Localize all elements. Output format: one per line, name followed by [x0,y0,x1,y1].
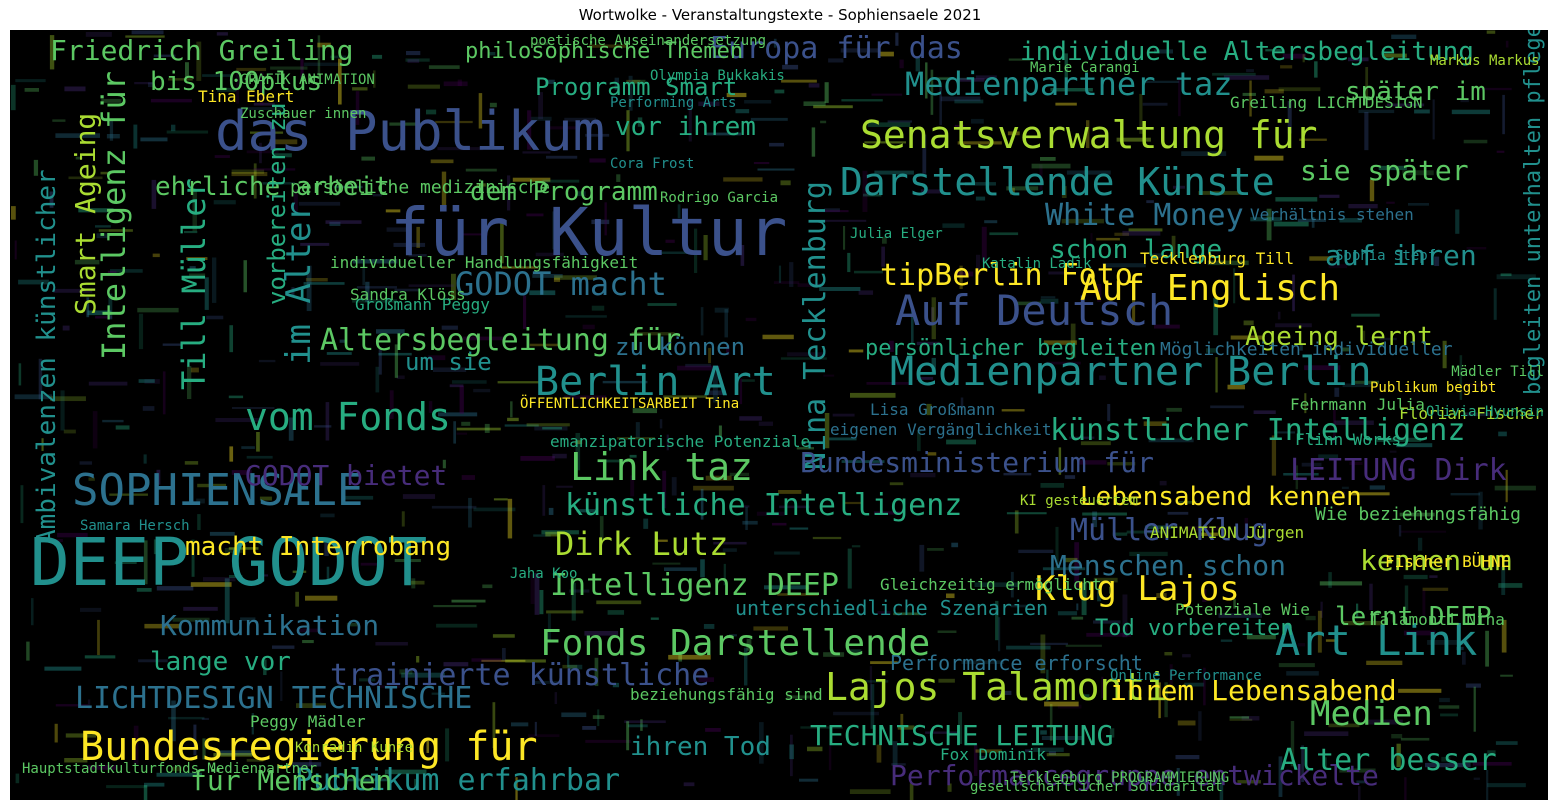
word-99: Tina Ebert [198,87,294,106]
word-71: Tod vorbereiten [1095,616,1294,641]
word-50: sie später [1300,154,1469,187]
word-38: Till Müller [175,178,213,390]
word-15: Nina Tecklenburg [798,181,833,470]
word-27: White Money [1045,198,1244,233]
word-55: Smart Ageing [69,113,102,315]
word-118: Samara Hersch [80,518,190,534]
word-98: Publikum begibt [1370,380,1496,396]
word-109: Jaha Koo [510,566,577,582]
word-45: Ambivalenzen künstlicher [32,169,62,545]
word-114: Performing Arts [610,95,736,111]
word-74: begleiten unterhalten pflegen [1521,30,1546,395]
word-119: Rodrigo Garcia [660,190,778,206]
word-92: Konradin Kunze [295,740,413,756]
word-113: Olympia Bukkakis [650,68,785,84]
word-42: Friedrich Greiling [50,34,353,67]
word-79: eigenen Vergänglichkeit [830,420,1052,439]
word-18: künstliche Intelligenz [565,488,962,523]
word-122: Olivia Hyunsin [1426,404,1544,420]
word-58: GODOT bietet [245,459,447,492]
word-57: vor ihrem [615,112,756,142]
word-87: Fehrmann Julia [1290,395,1425,414]
word-80: beziehungsfähig sind [630,685,823,704]
word-53: ihren Tod [630,732,771,762]
word-103: GRAFIK ANIMATION [240,72,375,88]
word-104: Zuschauer innen [240,106,366,122]
word-36: Alter besser [1280,743,1497,778]
wordcloud-svg: DEEP GODOTfür Kulturdas PublikumSOPHIENS… [10,30,1546,800]
word-100: ÖFFENTLICHKEITSARBEIT Tina [520,394,739,412]
word-69: vorbereiten zu [263,103,291,305]
word-116: Julia Elger [850,226,943,242]
word-78: Wie beziehungsfähig [1315,504,1521,525]
word-96: Tecklenburg PROGRAMMIERUNG [1010,770,1229,786]
word-90: Peggy Mädler [250,712,366,731]
word-110: Greiling LICHTDESIGN [1230,93,1423,112]
word-32: Bundesministerium für [800,446,1154,479]
word-121: Mädler Till [1451,364,1544,380]
word-94: Fischer BÜHNE [1385,552,1510,571]
word-120: Cora Frost [610,156,694,172]
word-76: Gleichzeitig ermöglicht [880,575,1102,594]
chart-title: Wortwolke - Veranstaltungstexte - Sophie… [578,6,982,24]
word-9: Link taz [570,445,753,489]
word-111: Markus Markus [1430,53,1540,69]
word-72: unterschiedliche Szenarien [735,596,1048,620]
word-115: Sophia Stepf [1335,248,1436,264]
words-layer: DEEP GODOTfür Kulturdas PublikumSOPHIENS… [22,30,1546,798]
word-105: ANIMATION Jürgen [1150,523,1304,542]
word-91: emanzipatorische Potenziale [550,432,810,451]
word-117: Katalin Ladik [982,256,1092,272]
word-66: lange vor [150,647,291,677]
word-70: persönlicher begleiten [865,336,1156,361]
word-85: Talamonti Nina [1370,610,1505,629]
word-26: Dirk Lutz [555,525,728,563]
word-107: KI gesteuertem [1020,493,1138,509]
word-82: individueller Handlungsfähigkeit [330,253,638,272]
word-93: Flinn Works [1295,430,1401,449]
word-81: Verhältnis stehen [1250,205,1414,224]
word-97: Fox Dominik [940,745,1046,764]
word-84: Potenziale Wie [1175,600,1310,619]
word-83: poetische Auseinandersetzung [530,33,766,49]
word-102: Online Performance [1110,668,1262,684]
word-112: Marie Carangi [1030,60,1140,76]
word-101: Lisa Großmann [870,400,995,419]
word-108: Tecklenburg Till [1140,249,1294,268]
word-14: vom Fonds [245,395,451,439]
wordcloud-canvas: DEEP GODOT für Kultur das Publikum SOPHIENS… [10,30,1548,800]
word-73: Performance erforscht [890,651,1143,675]
word-4: Senatsverwaltung für [860,113,1318,157]
word-75: Möglichkeiten individueller [1160,339,1453,360]
word-65: um sie [405,348,492,376]
word-64: zu können [615,333,745,361]
word-52: macht Interrobang [185,532,451,562]
word-89: Großmann Peggy [355,295,490,314]
word-77: persönliche medizinische [290,177,550,198]
word-106: Hauptstadtkulturfonds Medienpartner [22,761,317,777]
word-30: Kommunikation [160,609,379,642]
